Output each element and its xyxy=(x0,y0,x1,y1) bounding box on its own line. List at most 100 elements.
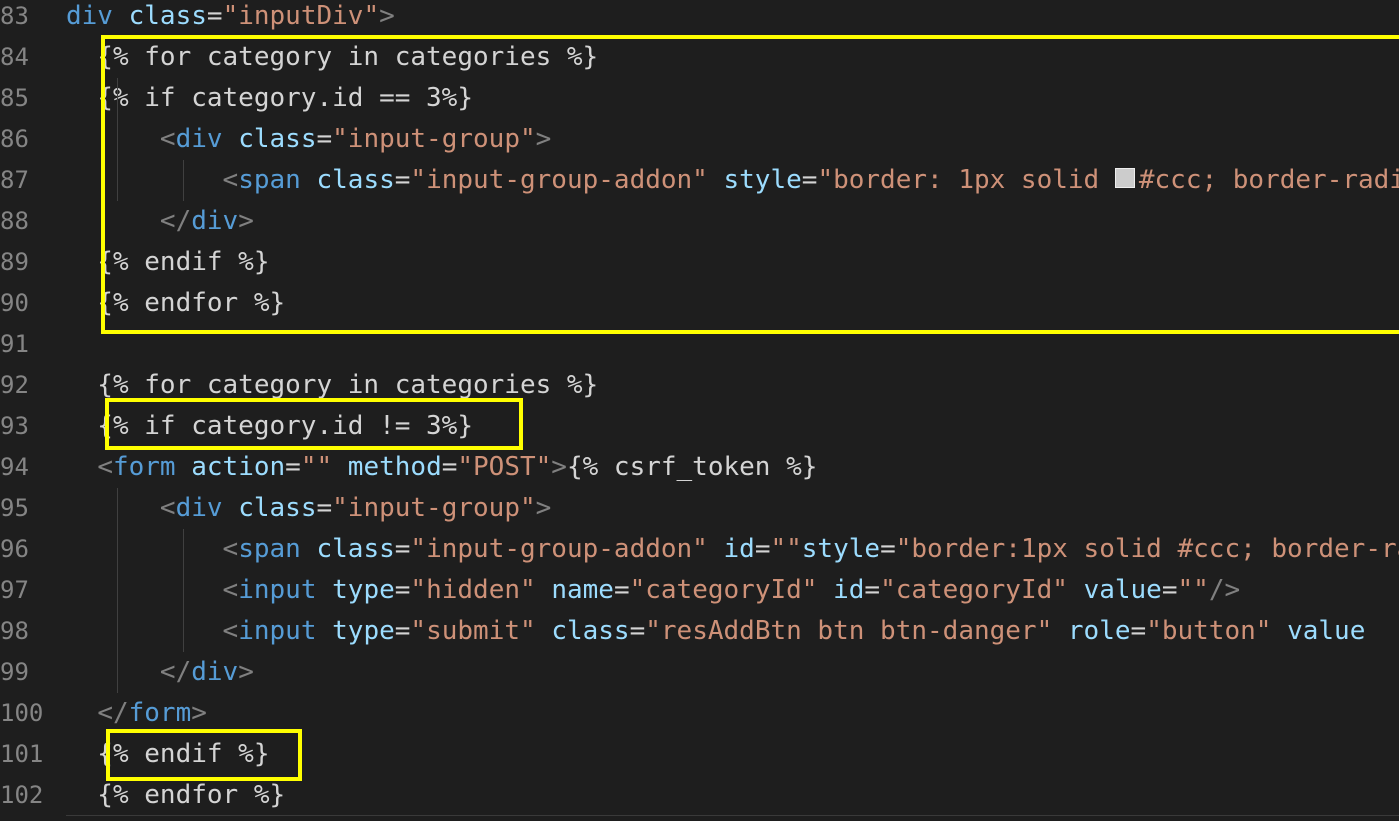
code-line[interactable]: 98 <input type="submit" class="resAddBtn… xyxy=(0,611,1399,652)
code-token-plain: {% if category.id != 3%} xyxy=(66,411,473,441)
code-token-str: "hidden" xyxy=(410,575,536,605)
code-token-plain: {% endif %} xyxy=(66,247,270,277)
code-token-eq: = xyxy=(316,493,333,523)
code-line[interactable]: 92 {% for category in categories %} xyxy=(0,365,1399,406)
code-token-attr: style xyxy=(723,165,802,195)
line-number-text: 90 xyxy=(0,289,29,317)
line-number-text: 95 xyxy=(0,494,29,522)
code-token-attr: class xyxy=(128,1,207,31)
code-token-eq: = xyxy=(1130,616,1147,646)
code-token-eq: = xyxy=(801,165,818,195)
code-token-tag: form xyxy=(128,698,192,728)
code-line[interactable]: 99 </div> xyxy=(0,652,1399,693)
code-token-eq: = xyxy=(880,534,896,564)
code-line[interactable]: 93 {% if category.id != 3%} xyxy=(0,406,1399,447)
code-token-eq: = xyxy=(754,534,771,564)
code-token-attr: class xyxy=(551,616,630,646)
code-token-eq: = xyxy=(1161,575,1178,605)
code-token-str: "input-group" xyxy=(332,124,536,154)
code-token-attr: method xyxy=(347,452,442,482)
code-line[interactable]: 91 xyxy=(0,324,1399,365)
code-token-str: "" xyxy=(770,534,802,564)
line-number: 98 xyxy=(0,611,56,652)
line-number-text: 92 xyxy=(0,371,29,399)
line-code: div class="inputDiv"> xyxy=(66,0,395,37)
code-line[interactable]: 97 <input type="hidden" name="categoryId… xyxy=(0,570,1399,611)
code-token-punct: > xyxy=(535,493,552,523)
code-token-punct: /> xyxy=(1208,575,1241,605)
code-line[interactable]: 89 {% endif %} xyxy=(0,242,1399,283)
line-number: 99 xyxy=(0,652,56,693)
line-number-text: 99 xyxy=(0,658,29,686)
code-token-str: "categoryId" xyxy=(629,575,818,605)
code-token-tag: div xyxy=(191,657,239,687)
code-editor[interactable]: 83 div class="inputDiv"> 84 {% for categor… xyxy=(0,0,1399,821)
code-token-eq: = xyxy=(206,1,223,31)
code-line[interactable]: 86 <div class="input-group"> xyxy=(0,119,1399,160)
code-line[interactable]: 85 {% if category.id == 3%} xyxy=(0,78,1399,119)
line-number-text: 98 xyxy=(0,617,29,645)
line-number-text: 96 xyxy=(0,535,29,563)
code-line[interactable]: 102 {% endfor %} xyxy=(0,775,1399,816)
code-token-punct: < xyxy=(222,165,239,195)
line-code: {% endif %} xyxy=(66,734,269,775)
line-number: 84 xyxy=(0,37,56,78)
line-number-text: 86 xyxy=(0,125,29,153)
line-number-text: 100 xyxy=(0,699,44,727)
line-code: {% endfor %} xyxy=(66,775,285,816)
code-line[interactable]: 101 {% endif %} xyxy=(0,734,1399,775)
code-line[interactable]: 95 <div class="input-group"> xyxy=(0,488,1399,529)
indent-guide xyxy=(183,160,184,201)
line-code: <span class="input-group-addon" style="b… xyxy=(66,160,1399,201)
code-token-eq: = xyxy=(316,124,333,154)
code-token-eq: = xyxy=(285,452,301,482)
code-line[interactable]: 87 <span class="input-group-addon" style… xyxy=(0,160,1399,201)
line-number: 94 xyxy=(0,447,56,488)
code-token-str: "" xyxy=(300,452,333,482)
horizontal-scrollbar[interactable] xyxy=(66,815,1399,816)
code-line[interactable]: 84 {% for category in categories %} xyxy=(0,37,1399,78)
code-line[interactable]: 94 <form action="" method="POST">{% csrf… xyxy=(0,447,1399,488)
code-token-plain: {% endfor %} xyxy=(66,288,286,318)
color-swatch-icon[interactable] xyxy=(1114,167,1135,188)
indent-guide xyxy=(183,529,184,652)
code-token-punct: </ xyxy=(159,206,192,236)
line-code: </form> xyxy=(66,693,207,734)
code-token-punct: < xyxy=(159,124,176,154)
line-code: </div> xyxy=(66,201,254,242)
line-number-text: 84 xyxy=(0,43,29,71)
code-line[interactable]: 88 </div> xyxy=(0,201,1399,242)
code-token-str: "border: 1px solid xyxy=(817,165,1115,195)
code-token-attr: class xyxy=(238,124,317,154)
line-code: <form action="" method="POST">{% csrf_to… xyxy=(66,447,817,488)
line-number: 97 xyxy=(0,570,56,611)
line-code: <div class="input-group"> xyxy=(66,488,551,529)
code-line[interactable]: 90 {% endfor %} xyxy=(0,283,1399,324)
code-line[interactable]: 96 <span class="input-group-addon" id=""… xyxy=(0,529,1399,570)
code-line[interactable]: 83 div class="inputDiv"> xyxy=(0,0,1399,37)
code-token-plain: {% for category in categories %} xyxy=(66,370,599,400)
code-token-tag: div xyxy=(66,1,113,31)
code-line[interactable]: 100 </form> xyxy=(0,693,1399,734)
line-number: 85 xyxy=(0,78,56,119)
line-number: 83 xyxy=(0,0,56,37)
line-number: 100 xyxy=(0,693,56,734)
code-token-eq: = xyxy=(394,575,411,605)
